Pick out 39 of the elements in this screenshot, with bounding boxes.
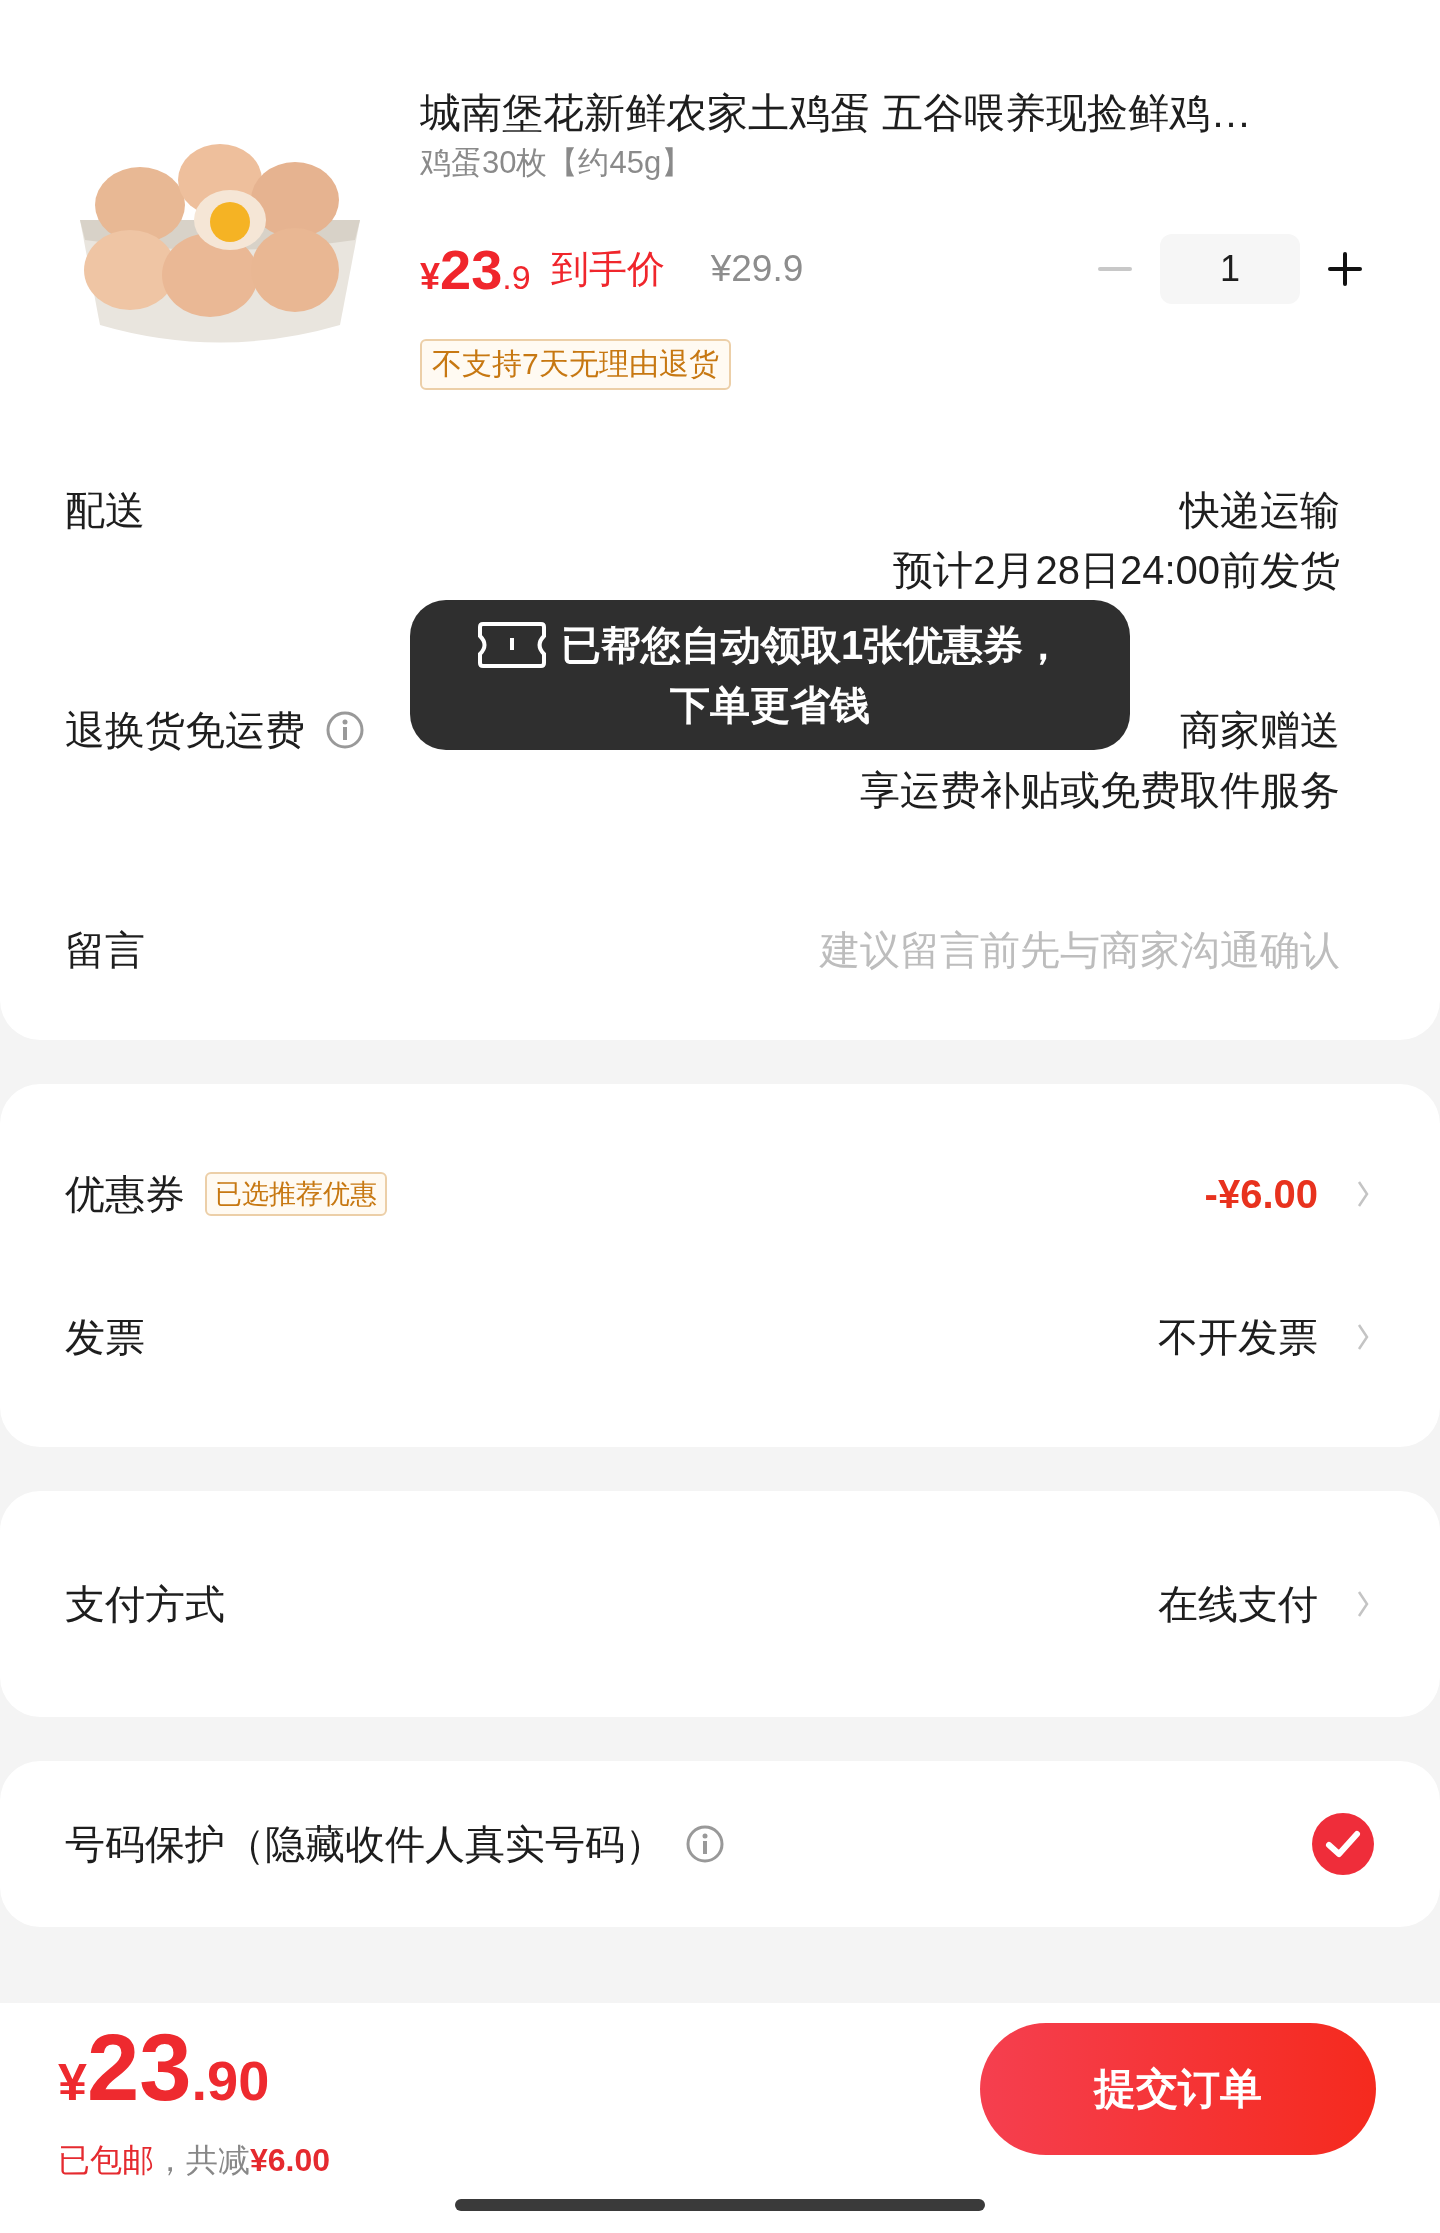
toast-text: 下单更省钱 — [670, 682, 870, 729]
quantity-field[interactable]: 1 — [1160, 234, 1300, 304]
product-spec: 鸡蛋30枚【约45g】 — [420, 144, 694, 182]
row-note: 预计2月28日24:00前发货 — [893, 547, 1340, 594]
row-value: 商家赠送 — [1180, 707, 1340, 754]
row-note: 享运费补贴或免费取件服务 — [860, 767, 1340, 814]
row-value: 在线支付 — [1158, 1581, 1318, 1628]
product-title: 城南堡花新鲜农家土鸡蛋 五谷喂养现捡鲜鸡… — [420, 89, 1253, 138]
row-label: 发票 — [65, 1314, 145, 1361]
toast-text: 已帮您自动领取1张优惠券， — [560, 622, 1064, 669]
chevron-icon — [1356, 1589, 1370, 1619]
original-price: ¥29.9 — [710, 248, 804, 290]
coupon-tag: 已选推荐优惠 — [205, 1172, 387, 1216]
settings-row[interactable]: 优惠券 已选推荐优惠 -¥6.00 — [65, 1144, 1370, 1244]
coupon-icon — [476, 620, 547, 670]
submit-order-button[interactable]: 提交订单 — [980, 2023, 1376, 2155]
row-label: 优惠券 — [65, 1171, 185, 1218]
settings-row[interactable]: 发票 不开发票 — [65, 1287, 1370, 1387]
row-label: 配送 — [65, 487, 145, 534]
checkbox[interactable] — [1311, 1812, 1375, 1876]
row-value: 不开发票 — [1158, 1314, 1318, 1361]
total-price: ¥23.90 — [58, 2023, 271, 2122]
price-label: 到手价 — [550, 246, 665, 292]
return-policy-tag: 不支持7天无理由退货 — [420, 339, 731, 390]
info-icon[interactable] — [325, 710, 365, 750]
row-label: 号码保护（隐藏收件人真实号码） — [65, 1821, 665, 1868]
discount-summary: 已包邮，共减¥6.00 — [58, 2141, 331, 2180]
row-value: -¥6.00 — [1204, 1171, 1318, 1218]
info-icon[interactable] — [685, 1824, 725, 1864]
settings-row[interactable]: 支付方式 在线支付 — [65, 1554, 1370, 1654]
row-label: 留言 — [65, 927, 145, 974]
chevron-icon — [1356, 1322, 1370, 1352]
row-label: 支付方式 — [65, 1581, 225, 1628]
plus-icon — [1328, 252, 1362, 286]
final-price: ¥23.9 — [420, 236, 531, 302]
row-value: 快递运输 — [1180, 487, 1340, 534]
chevron-icon — [1356, 1179, 1370, 1209]
row-label: 退换货免运费 — [65, 707, 305, 754]
minus-icon — [1098, 267, 1132, 271]
